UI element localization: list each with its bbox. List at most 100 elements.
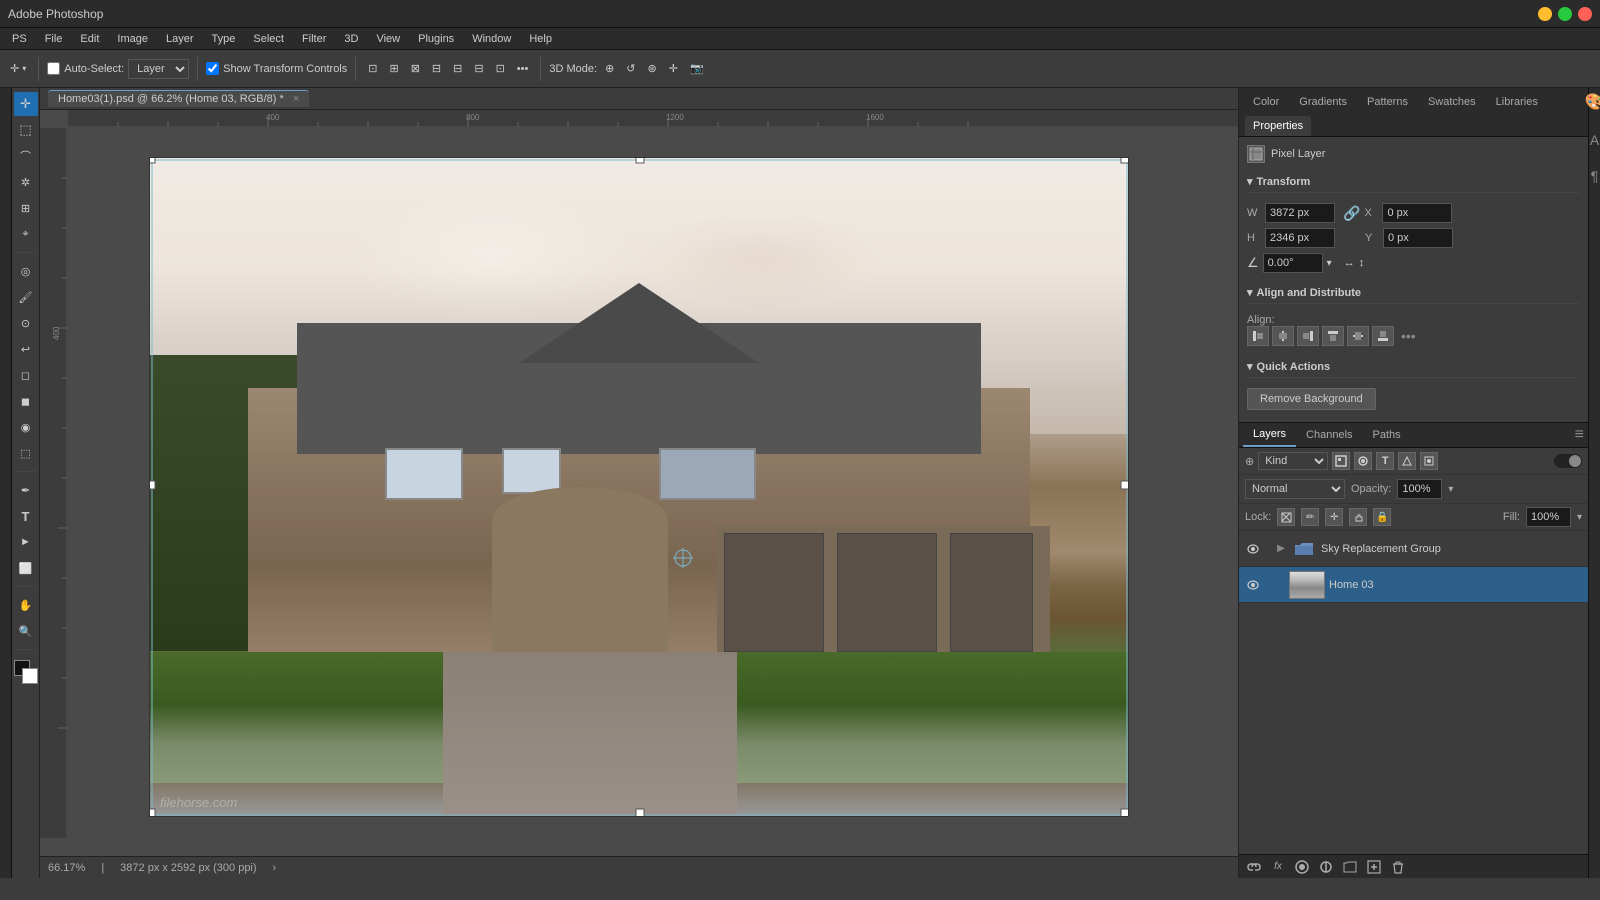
create-group-btn[interactable] bbox=[1341, 858, 1359, 876]
filter-smartobj-icon[interactable] bbox=[1420, 452, 1438, 470]
delete-layer-btn[interactable] bbox=[1389, 858, 1407, 876]
filter-kind-select[interactable]: Kind Name Effect Mode Attribute Color Sm… bbox=[1258, 452, 1328, 470]
3d-camera-button[interactable]: 📷 bbox=[686, 60, 708, 77]
filter-shape-icon[interactable] bbox=[1398, 452, 1416, 470]
menu-file[interactable]: File bbox=[37, 31, 71, 47]
quick-actions-header[interactable]: ▾ Quick Actions bbox=[1247, 356, 1580, 378]
status-more-icon[interactable]: › bbox=[273, 862, 277, 874]
align-right-edge-btn[interactable] bbox=[1297, 326, 1319, 346]
y-input[interactable] bbox=[1383, 228, 1453, 248]
menu-ps[interactable]: PS bbox=[4, 31, 35, 47]
tab-paths[interactable]: Paths bbox=[1363, 424, 1411, 446]
opacity-dropdown-arrow[interactable]: ▾ bbox=[1448, 484, 1453, 495]
minimize-button[interactable] bbox=[1538, 7, 1552, 21]
auto-select-input[interactable] bbox=[47, 62, 60, 75]
blur-tool[interactable]: ◉ bbox=[14, 415, 38, 439]
align-top-edge-btn[interactable] bbox=[1322, 326, 1344, 346]
selection-tool[interactable]: ⬚ bbox=[14, 118, 38, 142]
shape-tool[interactable]: ⬜ bbox=[14, 556, 38, 580]
panel-icon-2[interactable]: A bbox=[1590, 132, 1599, 148]
menu-edit[interactable]: Edit bbox=[72, 31, 107, 47]
history-brush-tool[interactable]: ↩ bbox=[14, 337, 38, 361]
align-section-header[interactable]: ▾ Align and Distribute bbox=[1247, 282, 1580, 304]
add-adjustment-btn[interactable] bbox=[1317, 858, 1335, 876]
add-mask-btn[interactable] bbox=[1293, 858, 1311, 876]
lock-image-btn[interactable]: ✏ bbox=[1301, 508, 1319, 526]
3d-pan-button[interactable]: ⊛ bbox=[644, 60, 661, 77]
tab-color[interactable]: Color bbox=[1245, 92, 1287, 112]
auto-select-select[interactable]: Layer Group bbox=[128, 59, 189, 79]
align-bottom-edge-btn[interactable] bbox=[1372, 326, 1394, 346]
show-transform-input[interactable] bbox=[206, 62, 219, 75]
document-tab-close[interactable]: × bbox=[293, 93, 299, 105]
move-tool[interactable]: ✛ bbox=[14, 92, 38, 116]
filter-adjustment-icon[interactable] bbox=[1354, 452, 1372, 470]
new-layer-btn[interactable] bbox=[1365, 858, 1383, 876]
crop-tool[interactable]: ⊞ bbox=[14, 196, 38, 220]
dodge-tool[interactable]: ⬚ bbox=[14, 441, 38, 465]
align-right-button[interactable]: ⊠ bbox=[407, 60, 424, 77]
layer-item-sky-group[interactable]: ▶ Sky Replacement Group bbox=[1239, 531, 1588, 567]
panel-icon-1[interactable]: 🎨 bbox=[1585, 92, 1600, 112]
align-h-center-btn[interactable] bbox=[1272, 326, 1294, 346]
menu-window[interactable]: Window bbox=[464, 31, 519, 47]
layer-item-home03[interactable]: Home 03 bbox=[1239, 567, 1588, 603]
align-middle-button[interactable]: ⊟ bbox=[449, 60, 466, 77]
path-select-tool[interactable]: ► bbox=[14, 530, 38, 554]
remove-background-button[interactable]: Remove Background bbox=[1247, 388, 1376, 410]
show-transform-checkbox[interactable]: Show Transform Controls bbox=[206, 62, 347, 75]
align-center-button[interactable]: ⊞ bbox=[385, 60, 402, 77]
pen-tool[interactable]: ✒ bbox=[14, 478, 38, 502]
3d-move-button[interactable]: ✛ bbox=[665, 60, 682, 77]
menu-type[interactable]: Type bbox=[204, 31, 244, 47]
filter-text-icon[interactable]: T bbox=[1376, 452, 1394, 470]
more-options-button[interactable]: ••• bbox=[513, 61, 533, 77]
lock-transparent-btn[interactable] bbox=[1277, 508, 1295, 526]
menu-plugins[interactable]: Plugins bbox=[410, 31, 462, 47]
3d-rotate-button[interactable]: ↺ bbox=[622, 60, 639, 77]
document-tab-active[interactable]: Home03(1).psd @ 66.2% (Home 03, RGB/8) *… bbox=[48, 90, 309, 107]
chain-icon[interactable]: 🔗 bbox=[1343, 205, 1360, 222]
x-input[interactable] bbox=[1382, 203, 1452, 223]
align-more-icon[interactable]: ••• bbox=[1397, 326, 1420, 346]
fill-dropdown-arrow[interactable]: ▾ bbox=[1577, 512, 1582, 523]
move-tool-button[interactable]: ✛ ▾ bbox=[6, 60, 30, 77]
fill-input[interactable] bbox=[1526, 507, 1571, 527]
flip-h-icon[interactable]: ↔ bbox=[1344, 257, 1355, 269]
layer-visibility-sky[interactable] bbox=[1245, 541, 1261, 557]
3d-orbit-button[interactable]: ⊕ bbox=[601, 60, 618, 77]
align-v-center-btn[interactable] bbox=[1347, 326, 1369, 346]
height-input[interactable] bbox=[1265, 228, 1335, 248]
text-tool[interactable]: T bbox=[14, 504, 38, 528]
panel-icon-3[interactable]: ¶ bbox=[1591, 168, 1599, 184]
hand-tool[interactable]: ✋ bbox=[14, 593, 38, 617]
menu-help[interactable]: Help bbox=[521, 31, 560, 47]
filter-pixel-icon[interactable] bbox=[1332, 452, 1350, 470]
add-style-btn[interactable]: fx bbox=[1269, 858, 1287, 876]
lock-position-btn[interactable] bbox=[1349, 508, 1367, 526]
tab-channels[interactable]: Channels bbox=[1296, 424, 1362, 446]
align-bottom-button[interactable]: ⊟ bbox=[470, 60, 487, 77]
tab-gradients[interactable]: Gradients bbox=[1291, 92, 1355, 112]
heal-tool[interactable]: ◎ bbox=[14, 259, 38, 283]
distribute-button[interactable]: ⊡ bbox=[492, 60, 509, 77]
tab-layers[interactable]: Layers bbox=[1243, 423, 1296, 447]
layer-visibility-home03[interactable] bbox=[1245, 577, 1261, 593]
flip-v-icon[interactable]: ↕ bbox=[1359, 257, 1365, 269]
angle-dropdown[interactable]: ▾ bbox=[1327, 258, 1332, 269]
menu-image[interactable]: Image bbox=[109, 31, 156, 47]
auto-select-checkbox[interactable]: Auto-Select: bbox=[47, 62, 124, 75]
align-left-edge-btn[interactable] bbox=[1247, 326, 1269, 346]
align-left-button[interactable]: ⊡ bbox=[364, 60, 381, 77]
filter-toggle[interactable] bbox=[1554, 454, 1582, 468]
brush-tool[interactable]: 🖌 bbox=[14, 285, 38, 309]
zoom-tool[interactable]: 🔍 bbox=[14, 619, 38, 643]
lock-artboard-btn[interactable]: ✛ bbox=[1325, 508, 1343, 526]
menu-select[interactable]: Select bbox=[245, 31, 292, 47]
layer-group-expand[interactable]: ▶ bbox=[1275, 543, 1287, 555]
menu-filter[interactable]: Filter bbox=[294, 31, 334, 47]
lock-all-btn[interactable]: 🔒 bbox=[1373, 508, 1391, 526]
maximize-button[interactable] bbox=[1558, 7, 1572, 21]
magic-wand-tool[interactable]: ✲ bbox=[14, 170, 38, 194]
eraser-tool[interactable]: ◻ bbox=[14, 363, 38, 387]
